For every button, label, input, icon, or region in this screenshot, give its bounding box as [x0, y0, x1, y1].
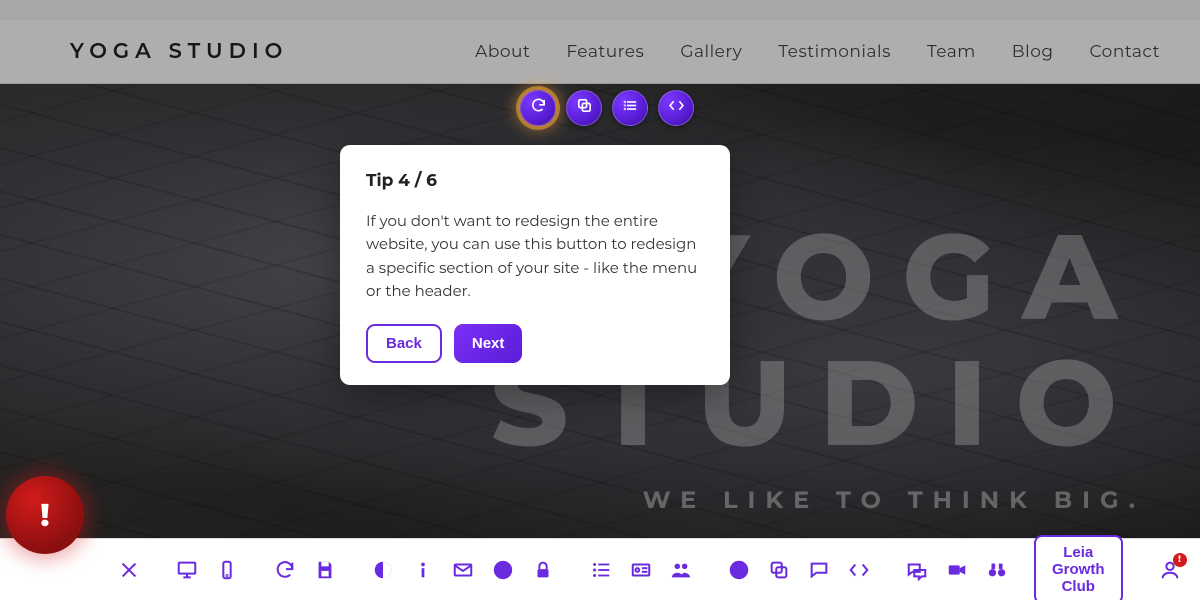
editor-bottom-bar: Leia Growth Club !	[0, 538, 1200, 600]
nav-about[interactable]: About	[475, 42, 530, 62]
comment-button[interactable]	[808, 559, 830, 581]
growth-club-button[interactable]: Leia Growth Club	[1034, 535, 1123, 600]
code-button[interactable]	[848, 559, 870, 581]
nav-team[interactable]: Team	[927, 42, 976, 62]
list-icon	[622, 97, 639, 119]
exclamation-icon: !	[40, 496, 50, 535]
chat-button[interactable]	[906, 559, 928, 581]
nav-gallery[interactable]: Gallery	[680, 42, 742, 62]
tip-next-button[interactable]: Next	[454, 324, 523, 363]
tip-buttons: Back Next	[366, 324, 704, 363]
close-button[interactable]	[118, 559, 140, 581]
info-button[interactable]	[412, 559, 434, 581]
mail-button[interactable]	[452, 559, 474, 581]
copy-button[interactable]	[768, 559, 790, 581]
copy-section-button[interactable]	[566, 90, 602, 126]
desktop-preview-button[interactable]	[176, 559, 198, 581]
top-strip	[0, 0, 1200, 20]
mobile-preview-button[interactable]	[216, 559, 238, 581]
save-button[interactable]	[314, 559, 336, 581]
tip-title: Tip 4 / 6	[366, 171, 704, 191]
tutorial-tip-card: Tip 4 / 6 If you don't want to redesign …	[340, 145, 730, 385]
add-button[interactable]	[728, 559, 750, 581]
user-account-button[interactable]: !	[1159, 559, 1181, 581]
redo-button[interactable]	[274, 559, 296, 581]
site-header: YOGA STUDIO About Features Gallery Testi…	[0, 20, 1200, 84]
nav-testimonials[interactable]: Testimonials	[778, 42, 891, 62]
layout-section-button[interactable]	[612, 90, 648, 126]
id-card-button[interactable]	[630, 559, 652, 581]
users-button[interactable]	[670, 559, 692, 581]
code-section-button[interactable]	[658, 90, 694, 126]
video-button[interactable]	[946, 559, 968, 581]
copy-icon	[576, 97, 593, 119]
redo-icon	[530, 97, 547, 119]
lock-button[interactable]	[532, 559, 554, 581]
tip-back-button[interactable]: Back	[366, 324, 442, 363]
alert-bubble[interactable]: !	[6, 476, 84, 554]
nav-blog[interactable]: Blog	[1012, 42, 1054, 62]
bullet-list-button[interactable]	[590, 559, 612, 581]
site-logo[interactable]: YOGA STUDIO	[70, 39, 288, 64]
hero-subtitle: WE LIKE TO THINK BIG.	[490, 486, 1145, 515]
nav-contact[interactable]: Contact	[1090, 42, 1161, 62]
contrast-button[interactable]	[372, 559, 394, 581]
globe-button[interactable]	[492, 559, 514, 581]
section-toolbar	[520, 90, 694, 126]
notification-badge: !	[1173, 553, 1187, 567]
nav-features[interactable]: Features	[566, 42, 644, 62]
code-icon	[668, 97, 685, 119]
redesign-section-button[interactable]	[520, 90, 556, 126]
tip-body: If you don't want to redesign the entire…	[366, 209, 704, 302]
binoculars-button[interactable]	[986, 559, 1008, 581]
main-nav: About Features Gallery Testimonials Team…	[475, 42, 1160, 62]
